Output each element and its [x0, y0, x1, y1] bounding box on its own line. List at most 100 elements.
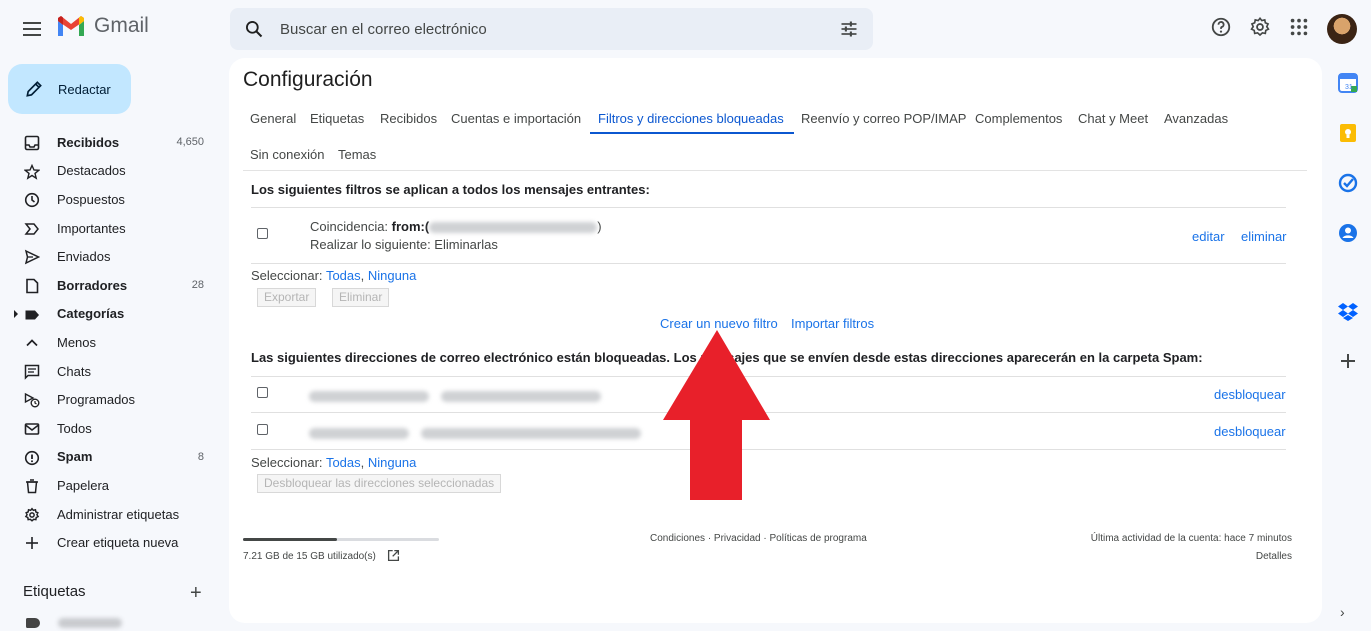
tab-themes[interactable]: Temas [338, 147, 376, 162]
tab-general[interactable]: General [250, 111, 296, 126]
footer-links[interactable]: Condiciones · Privacidad · Políticas de … [650, 533, 867, 544]
select-label: Seleccionar: [251, 268, 323, 283]
labels-heading: Etiquetas [23, 583, 86, 600]
edit-filter-link[interactable]: editar [1192, 229, 1225, 244]
add-addon-icon[interactable] [1337, 350, 1359, 372]
sidebar-item-chats[interactable]: Chats [0, 357, 220, 386]
keep-icon[interactable] [1337, 122, 1359, 144]
sidebar-item-create-label[interactable]: Crear etiqueta nueva [0, 528, 220, 557]
blocked-address [309, 388, 602, 403]
export-button[interactable]: Exportar [257, 288, 317, 307]
details-link[interactable]: Detalles [1256, 551, 1292, 562]
divider [243, 170, 1307, 171]
sidebar-item-less[interactable]: Menos [0, 328, 220, 357]
main-menu-icon[interactable] [20, 17, 44, 41]
avatar[interactable] [1327, 14, 1357, 44]
label-item[interactable] [26, 618, 122, 628]
sidebar-item-important[interactable]: Importantes [0, 214, 220, 243]
calendar-icon[interactable]: 31 [1337, 72, 1359, 94]
chevron-right-icon[interactable]: › [1340, 604, 1345, 620]
sidebar-item-label: Pospuestos [57, 191, 125, 207]
active-tab-indicator [590, 132, 794, 134]
sidebar-item-label: Todos [57, 420, 92, 436]
sidebar-item-label: Crear etiqueta nueva [57, 535, 179, 551]
scheduled-icon [24, 393, 40, 408]
delete-filters-button[interactable]: Eliminar [332, 288, 390, 307]
sidebar-item-drafts[interactable]: Borradores 28 [0, 271, 220, 300]
select-none-filters-link[interactable]: Ninguna [368, 268, 416, 283]
sidebar-item-sent[interactable]: Enviados [0, 242, 220, 271]
search-input[interactable] [280, 8, 820, 50]
redacted-name [309, 391, 429, 403]
sidebar-item-starred[interactable]: Destacados [0, 157, 220, 186]
sidebar-item-label: Importantes [57, 220, 126, 236]
contacts-icon[interactable] [1337, 222, 1359, 244]
tasks-icon[interactable] [1337, 172, 1359, 194]
add-label-icon[interactable]: + [190, 582, 202, 605]
sidebar-item-label: Recibidos [57, 134, 120, 150]
apps-icon[interactable] [1288, 16, 1310, 38]
unblock-link[interactable]: desbloquear [1214, 387, 1286, 402]
chat-icon [24, 364, 40, 380]
tab-offline[interactable]: Sin conexión [250, 147, 324, 162]
sidebar-item-manage-labels[interactable]: Administrar etiquetas [0, 500, 220, 529]
search-bar[interactable] [230, 8, 873, 50]
sidebar-item-trash[interactable]: Papelera [0, 471, 220, 500]
blocked-checkbox[interactable] [257, 387, 268, 398]
search-options-icon[interactable] [839, 19, 859, 39]
select-all-blocked-link[interactable]: Todas [326, 455, 361, 470]
sidebar-item-count: 8 [197, 450, 204, 463]
last-activity: Última actividad de la cuenta: hace 7 mi… [1090, 533, 1292, 544]
gear-icon [24, 507, 40, 522]
red-arrow-annotation [663, 330, 770, 500]
select-none-blocked-link[interactable]: Ninguna [368, 455, 416, 470]
tab-advanced[interactable]: Avanzadas [1164, 111, 1228, 126]
unblock-link[interactable]: desbloquear [1214, 424, 1286, 439]
unblock-selected-button[interactable]: Desbloquear las direcciones seleccionada… [257, 474, 502, 493]
label-icon [26, 618, 40, 628]
sidebar-item-label: Spam [57, 449, 93, 465]
redacted-label [58, 618, 122, 628]
dropbox-icon[interactable] [1337, 300, 1359, 322]
tab-forwarding[interactable]: Reenvío y correo POP/IMAP [801, 111, 966, 126]
compose-button[interactable]: Redactar [8, 64, 131, 114]
redacted-name [309, 428, 409, 440]
gmail-m-icon [58, 16, 84, 36]
sidebar-item-label: Administrar etiquetas [57, 506, 180, 522]
storage-meter [243, 538, 439, 541]
blocked-select-row: Seleccionar: Todas, Ninguna [251, 455, 416, 470]
filter-match-from: from:( [391, 219, 430, 234]
gear-icon[interactable] [1249, 16, 1271, 38]
search-icon[interactable] [244, 19, 264, 39]
tab-inbox[interactable]: Recibidos [380, 111, 437, 126]
tab-accounts[interactable]: Cuentas e importación [451, 111, 581, 126]
storage-text: 7.21 GB de 15 GB utilizado(s) [243, 551, 376, 562]
send-icon [24, 250, 40, 265]
create-filter-link[interactable]: Crear un nuevo filtro [660, 316, 778, 331]
delete-filter-link[interactable]: eliminar [1241, 229, 1287, 244]
draft-icon [26, 278, 39, 294]
expand-arrow-icon[interactable] [14, 309, 18, 318]
open-in-new-icon[interactable] [387, 549, 400, 562]
help-icon[interactable] [1210, 16, 1232, 38]
sidebar-item-scheduled[interactable]: Programados [0, 385, 220, 414]
filter-checkbox[interactable] [257, 228, 268, 239]
blocked-checkbox[interactable] [257, 424, 268, 435]
tab-labels[interactable]: Etiquetas [310, 111, 364, 126]
import-filters-link[interactable]: Importar filtros [791, 316, 874, 331]
tab-addons[interactable]: Complementos [975, 111, 1062, 126]
sidebar-item-inbox[interactable]: Recibidos 4,650 [0, 128, 220, 157]
important-icon [24, 223, 39, 235]
sidebar-item-categories[interactable]: Categorías [0, 300, 220, 329]
tab-filters[interactable]: Filtros y direcciones bloqueadas [598, 111, 784, 126]
gmail-logo[interactable]: Gmail [56, 14, 149, 38]
select-all-filters-link[interactable]: Todas [326, 268, 361, 283]
sidebar-item-snoozed[interactable]: Pospuestos [0, 185, 220, 214]
sidebar-item-all-mail[interactable]: Todos [0, 414, 220, 443]
tab-chat-meet[interactable]: Chat y Meet [1078, 111, 1148, 126]
select-label: Seleccionar: [251, 455, 323, 470]
storage-meter-fill [243, 538, 338, 541]
top-bar: Gmail [0, 0, 1371, 58]
sidebar-item-spam[interactable]: Spam 8 [0, 443, 220, 472]
sidebar-item-label: Categorías [57, 306, 125, 322]
